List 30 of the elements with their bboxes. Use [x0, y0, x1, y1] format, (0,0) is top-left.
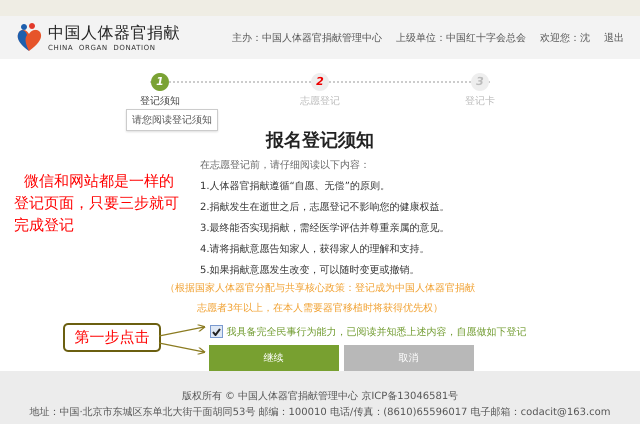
notice-item: 3.最终能否实现捐献，需经医学评估并尊重亲属的意见。 — [200, 222, 451, 235]
policy-note: （根据国家人体器官分配与共享核心政策：登记成为中国人体器官捐献志愿者3年以上，在本人需要器官移植时将获得优先权） — [165, 282, 475, 316]
check-icon — [212, 328, 220, 336]
header-text: 欢迎您：沈 — [540, 32, 590, 44]
continue-button[interactable]: 继续 — [208, 344, 338, 371]
heart-logo-icon — [16, 22, 42, 52]
notice-item: 1.人体器官捐献遵循“自愿、无偿”的原则。 — [200, 180, 391, 193]
notice-title: 报名登记须知 — [266, 128, 374, 152]
notice-intro: 在志愿登记前，请仔细阅读以下内容： — [200, 158, 371, 172]
notice-item: 4.请将捐献意愿告知家人，获得家人的理解和支持。 — [200, 242, 431, 256]
annotation-text: 微信和网站都是一样的登记页面，只要三步就可完成登记 — [14, 171, 180, 236]
step-number: 1 — [151, 72, 169, 91]
logo-title: 中国人体器官捐献 — [48, 23, 180, 44]
cancel-button[interactable]: 取消 — [344, 344, 474, 371]
logout-link[interactable]: 退出 — [604, 30, 624, 44]
step-label: 登记须知 — [140, 94, 180, 108]
agree-label: 我具备完全民事行为能力，已阅读并知悉上述内容，自愿做如下登记 — [226, 326, 526, 339]
agree-checkbox[interactable] — [210, 325, 222, 338]
notice-item: 2.捐献发生在逝世之后，志愿登记不影响您的健康权益。 — [200, 200, 451, 214]
tooltip: 请您阅读登记须知 — [126, 108, 218, 131]
footer-text: 地址：中国·北京市东城区东单北大街干面胡同53号 邮编：100010 电话/传真：(8610)65596017 电子邮箱：codacit@163.com — [29, 406, 611, 419]
step-number: 2 — [311, 72, 329, 91]
callout-label: 第一步点击 — [63, 323, 161, 352]
step-label: 志愿登记 — [300, 94, 340, 108]
header-text: 上级单位：中国红十字会总会 — [396, 32, 526, 44]
footer-text: 版权所有 © 中国人体器官捐献管理中心 京ICP备13046581号 — [182, 390, 458, 403]
step-label: 登记卡 — [465, 94, 495, 108]
callout-arrows — [158, 324, 206, 355]
header-text: 主办：中国人体器官捐献管理中心 — [232, 32, 382, 44]
notice-item: 5.如果捐献意愿发生改变，可以随时变更或撤销。 — [200, 264, 421, 277]
